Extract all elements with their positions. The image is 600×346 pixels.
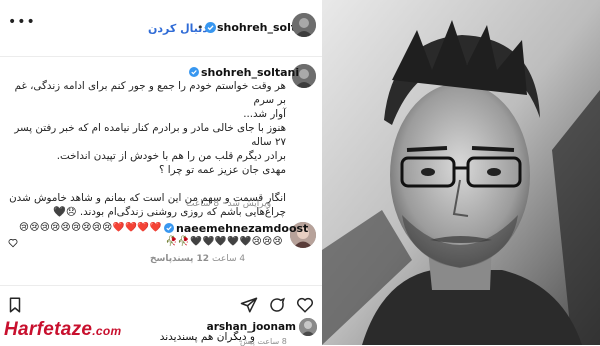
bookmark-icon[interactable]	[6, 296, 24, 314]
liked-by-suffix: و دیگران هم پسندیدند	[159, 331, 255, 343]
like-heart-icon[interactable]	[296, 296, 314, 314]
separator-dot: •	[197, 21, 204, 34]
watermark-brand: Harfetaze	[4, 319, 93, 340]
caption-line: برادر دیگرم قلب من را هم با خودش از تپید…	[56, 150, 286, 162]
caption-line: هنوز با جای خالی مادر و برادرم کنار نیام…	[14, 122, 286, 148]
post-panel: ••• دنبال کردن • shohreh_soltani shohreh…	[0, 0, 323, 346]
site-watermark: Harfetaze.com	[4, 319, 121, 341]
caption-line: آوار شد...	[243, 108, 286, 120]
comment-time: 4 ساعت	[212, 254, 246, 264]
post-header: ••• دنبال کردن • shohreh_soltani	[0, 0, 322, 57]
verified-badge-icon	[205, 22, 216, 33]
comment-like-heart-icon[interactable]	[8, 238, 18, 248]
caption-line	[6, 177, 286, 191]
more-options-icon[interactable]: •••	[8, 14, 36, 30]
post-photo	[322, 0, 600, 345]
caption-author-username[interactable]: shohreh_soltani	[201, 66, 299, 79]
author-avatar[interactable]	[292, 13, 316, 37]
share-paper-plane-icon[interactable]	[240, 296, 258, 314]
caption-meta: ویرایش شد · 8 ساعت	[186, 199, 272, 209]
caption-verified-icon	[189, 67, 199, 77]
commenter-username[interactable]: naeemehnezamdoost	[176, 222, 308, 235]
post-caption: هر وقت خواستم خودم را جمع و جور کنم برای…	[6, 79, 286, 219]
caption-line: مهدی جان عزیز عمه تو چرا ؟	[159, 164, 286, 176]
divider	[0, 285, 322, 286]
comment-emoji-line-1: ❤️❤️❤️❤️😢😢😢😢😢😢😢😢😢	[19, 222, 162, 233]
comment-emoji-line-2: 😢😢😢🖤🖤🖤🖤🖤🥀🥀	[165, 236, 283, 247]
caption-line: هر وقت خواستم خودم را جمع و جور کنم برای…	[14, 80, 286, 106]
comment-likes[interactable]: 12 پسند	[172, 254, 209, 264]
commenter-verified-icon	[164, 223, 174, 233]
portrait-image	[322, 0, 600, 345]
watermark-domain: .com	[92, 324, 122, 338]
comment-bubble-icon[interactable]	[268, 296, 286, 314]
comment-reply-button[interactable]: پاسخ	[150, 254, 172, 264]
liker-avatar[interactable]	[299, 318, 317, 336]
